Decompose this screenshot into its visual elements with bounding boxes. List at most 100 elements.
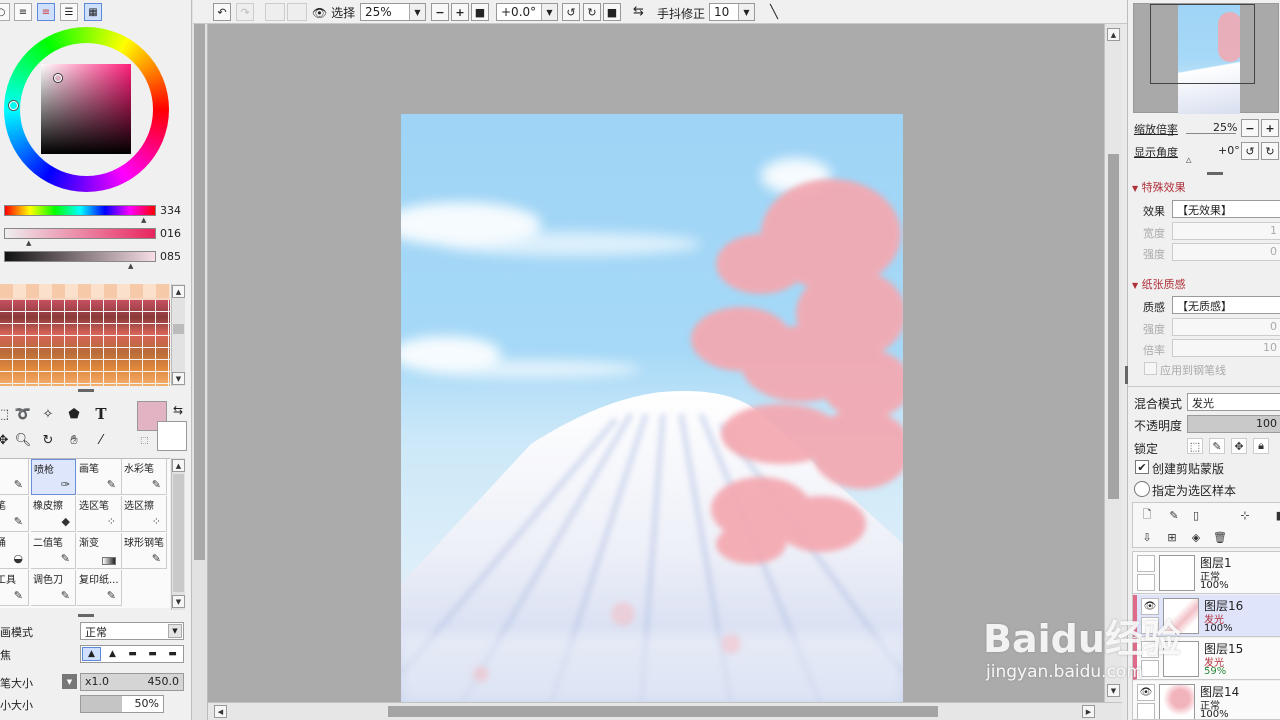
brush-pen[interactable]: 笔✎: [0, 459, 29, 495]
brush-size-field[interactable]: x1.0 450.0: [80, 673, 184, 691]
canvas-area[interactable]: [208, 24, 1122, 704]
splitter-handle[interactable]: [78, 614, 94, 617]
nav-zoom-out-button[interactable]: −: [1241, 119, 1259, 137]
lock-transparency-icon[interactable]: ⬚: [1187, 438, 1203, 454]
lock-move-icon[interactable]: ✥: [1231, 438, 1247, 454]
layer-menu-icon[interactable]: ◧: [1273, 507, 1280, 523]
brush-watercolor[interactable]: 水彩笔 ✎: [122, 459, 167, 495]
canvas-vscrollbar[interactable]: ▲ ▼: [1104, 24, 1122, 702]
color-mode-circle-button[interactable]: ○: [0, 3, 10, 21]
color-mode-slider-button[interactable]: ≡: [14, 3, 32, 21]
effects-section-header[interactable]: ▼ 特殊效果: [1132, 179, 1186, 195]
transfer-down-icon[interactable]: ⇩: [1139, 529, 1155, 545]
effect-strength-field[interactable]: 0: [1172, 243, 1280, 261]
hue-slider-thumb[interactable]: ▲: [141, 216, 146, 224]
undo-button[interactable]: ↶: [213, 3, 231, 21]
apply-pen-checkbox[interactable]: [1144, 362, 1157, 375]
color-mode-list-button[interactable]: ☰: [60, 3, 78, 21]
clip-mask-checkbox[interactable]: ✔: [1135, 460, 1149, 474]
layer-item[interactable]: 👁︎ 图层14 正常 100%: [1133, 681, 1280, 719]
min-size-field[interactable]: 50%: [80, 695, 164, 713]
layer-item[interactable]: 图层1 正常 100%: [1133, 552, 1280, 594]
paper-section-header[interactable]: ▼ 纸张质感: [1132, 276, 1186, 292]
brush-binary-pen[interactable]: 二值笔 ✎: [31, 533, 76, 569]
brush-eraser[interactable]: 橡皮擦 ◆: [31, 496, 76, 532]
magic-wand-tool[interactable]: ✧: [37, 403, 59, 425]
rotate-cw-button[interactable]: ↻: [583, 3, 601, 21]
layer-select-checkbox[interactable]: [1137, 574, 1155, 591]
zoom-tool[interactable]: 🔍︎: [12, 429, 34, 451]
scroll-thumb[interactable]: [388, 706, 938, 717]
effect-width-field[interactable]: 1: [1172, 222, 1280, 240]
hue-slider[interactable]: [4, 205, 156, 216]
nav-rotate-ccw-button[interactable]: ↺: [1241, 142, 1259, 160]
hardness-5-icon[interactable]: ▬: [163, 647, 182, 661]
hardness-4-icon[interactable]: ▬: [143, 647, 162, 661]
brush-gradient[interactable]: 渐变: [77, 533, 122, 569]
transparent-color-icon[interactable]: ⬚: [140, 436, 149, 446]
brush-scrollbar[interactable]: ▲ ▼: [171, 458, 185, 610]
nav-zoom-thumb[interactable]: △: [1168, 129, 1173, 137]
nav-rotate-cw-button[interactable]: ↻: [1261, 142, 1279, 160]
artwork-canvas[interactable]: [401, 114, 903, 704]
splitter-handle[interactable]: [78, 389, 94, 392]
rotate-tool[interactable]: ↻: [37, 429, 59, 451]
texture-select[interactable]: 【无质感】: [1172, 296, 1280, 314]
redo-button[interactable]: ↷: [236, 3, 254, 21]
zoom-reset-button[interactable]: ■: [471, 3, 489, 21]
left-panel-scrollbar[interactable]: ▲: [192, 0, 208, 720]
fill-select-tool[interactable]: ⬟: [63, 403, 85, 425]
brush-paint[interactable]: 画笔 ✎: [77, 459, 122, 495]
scroll-down-icon[interactable]: ▼: [172, 595, 185, 608]
value-slider-thumb[interactable]: ▲: [128, 262, 133, 270]
rotation-select[interactable]: +0.0° ▼: [496, 3, 558, 21]
zoom-in-button[interactable]: +: [451, 3, 469, 21]
brush-select-pen[interactable]: 选区笔 ⁘: [77, 496, 122, 532]
scroll-up-icon[interactable]: ▲: [172, 285, 185, 298]
edge-hardness-selector[interactable]: ▲ ▲ ▬ ▬ ▬: [80, 645, 184, 663]
hardness-3-icon[interactable]: ▬: [123, 647, 142, 661]
navigator-viewport-frame[interactable]: [1150, 4, 1255, 84]
straight-line-button[interactable]: ╲: [765, 3, 783, 21]
new-folder-icon[interactable]: ▯: [1188, 507, 1204, 523]
invert-select-button[interactable]: [287, 3, 307, 21]
delete-layer-icon[interactable]: 🗑︎: [1212, 529, 1228, 545]
brush-sphere-pen[interactable]: 球形钢笔 ✎: [122, 533, 167, 569]
clear-layer-icon[interactable]: ◈: [1188, 529, 1204, 545]
scroll-up-icon[interactable]: ▲: [1107, 28, 1120, 41]
nav-zoom-in-button[interactable]: +: [1261, 119, 1279, 137]
blend-mode-select[interactable]: 正常 ▼: [80, 622, 184, 640]
paper-strength-field[interactable]: 0: [1172, 318, 1280, 336]
scroll-thumb[interactable]: [1108, 154, 1119, 499]
swap-colors-icon[interactable]: ⇆: [173, 403, 183, 417]
flip-horizontal-button[interactable]: ⇆: [633, 4, 644, 19]
brush-select-eraser[interactable]: 选区擦 ⁘: [122, 496, 167, 532]
saturation-slider[interactable]: [4, 228, 156, 239]
new-layer-icon[interactable]: 🗋︎: [1139, 507, 1155, 523]
new-linework-layer-icon[interactable]: ✎: [1166, 507, 1182, 523]
brush-palette-knife[interactable]: 调色刀 ✎: [31, 570, 76, 606]
swatch-palette[interactable]: [0, 284, 170, 386]
nav-angle-thumb[interactable]: △: [1186, 156, 1191, 164]
scroll-right-icon[interactable]: ▶: [1082, 705, 1095, 718]
scroll-left-icon[interactable]: ◀: [214, 705, 227, 718]
brush-airbrush[interactable]: 喷枪 ✑: [31, 459, 76, 495]
canvas-hscrollbar[interactable]: ◀ ▶: [208, 702, 1122, 720]
swatch-scrollbar[interactable]: ▲ ▼: [171, 284, 185, 386]
lock-all-icon[interactable]: 🔒︎: [1253, 438, 1269, 454]
right-splitter-handle[interactable]: [1125, 366, 1128, 384]
size-multiplier-dropdown[interactable]: ▼: [62, 674, 77, 689]
scroll-thumb[interactable]: [194, 20, 205, 560]
visibility-toggle[interactable]: [1137, 555, 1155, 572]
hardness-1-icon[interactable]: ▲: [82, 647, 101, 661]
secondary-color-swatch[interactable]: [157, 421, 187, 451]
visibility-toggle[interactable]: 👁︎: [1137, 684, 1155, 701]
splitter-handle[interactable]: [1207, 172, 1223, 175]
saturation-slider-thumb[interactable]: ▲: [26, 239, 31, 247]
text-tool[interactable]: T: [90, 403, 112, 425]
layer-blend-select[interactable]: 发光: [1187, 393, 1280, 411]
lock-paint-icon[interactable]: ✎: [1209, 438, 1225, 454]
scroll-down-icon[interactable]: ▼: [172, 372, 185, 385]
scroll-up-icon[interactable]: ▲: [172, 459, 185, 472]
navigator-preview[interactable]: [1133, 3, 1279, 114]
